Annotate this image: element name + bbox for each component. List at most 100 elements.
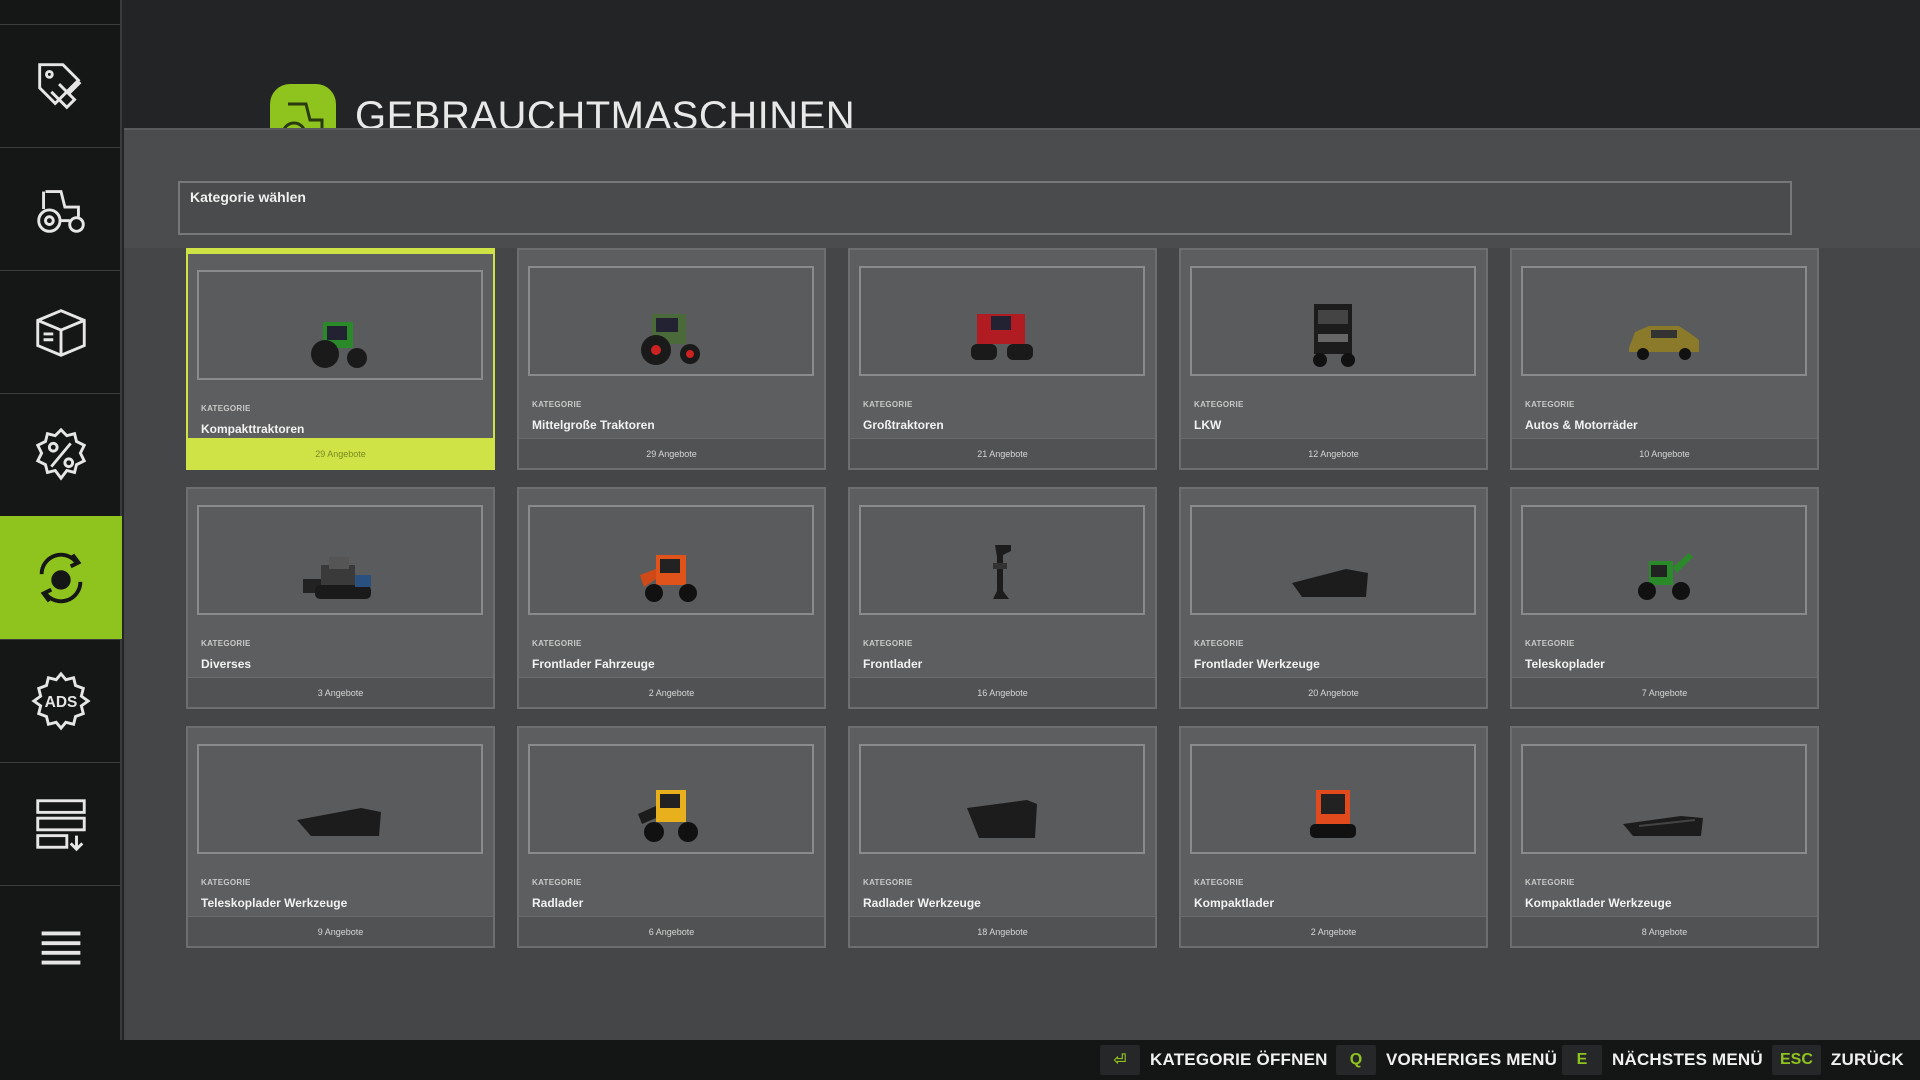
- card-category-name: LKW: [1194, 418, 1222, 432]
- used-vehicles-icon: [39, 552, 83, 604]
- card-offers-count: 10 Angebote: [1512, 438, 1817, 468]
- green-tractor-icon: [311, 322, 367, 368]
- card-offers-count: 16 Angebote: [850, 677, 1155, 707]
- hint-open-category[interactable]: ⏎ KATEGORIE ÖFFNEN: [1100, 1045, 1328, 1075]
- card-thumbnail: [197, 270, 483, 380]
- e-key-icon: E: [1562, 1045, 1602, 1075]
- category-card-autos-motorraeder[interactable]: KATEGORIE Autos & Motorräder 10 Angebote: [1510, 248, 1819, 470]
- category-card-kompakttraktoren[interactable]: KATEGORIE Kompakttraktoren 29 Angebote: [186, 248, 495, 470]
- flat-bucket-icon: [1623, 816, 1703, 836]
- card-kategorie-label: KATEGORIE: [1194, 400, 1244, 409]
- hint-next-menu[interactable]: E NÄCHSTES MENÜ: [1562, 1045, 1763, 1075]
- menu-icon: [41, 931, 81, 965]
- q-key-icon: Q: [1336, 1045, 1376, 1075]
- large-bucket-icon: [967, 800, 1037, 838]
- snow-groomer-icon: [303, 557, 371, 599]
- card-offers-count: 18 Angebote: [850, 916, 1155, 946]
- hint-label: KATEGORIE ÖFFNEN: [1150, 1050, 1328, 1069]
- card-thumbnail: [528, 505, 814, 615]
- card-category-name: Kompaktlader Werkzeuge: [1525, 896, 1672, 910]
- card-kategorie-label: KATEGORIE: [532, 639, 582, 648]
- orange-loader-icon: [640, 555, 697, 602]
- card-kategorie-label: KATEGORIE: [532, 878, 582, 887]
- category-card-mittelgrosse-traktoren[interactable]: KATEGORIE Mittelgroße Traktoren 29 Angeb…: [517, 248, 826, 470]
- card-kategorie-label: KATEGORIE: [1194, 878, 1244, 887]
- truck-icon: [1313, 304, 1355, 367]
- sidebar-item-objects[interactable]: [0, 270, 122, 393]
- hint-label: ZURÜCK: [1830, 1050, 1904, 1069]
- card-offers-count: 29 Angebote: [188, 438, 493, 468]
- sidebar-item-menu[interactable]: [0, 885, 122, 1008]
- hint-back[interactable]: ESC ZURÜCK: [1772, 1045, 1904, 1075]
- card-kategorie-label: KATEGORIE: [1525, 639, 1575, 648]
- telehandler-icon: [1638, 553, 1693, 600]
- card-offers-count: 21 Angebote: [850, 438, 1155, 468]
- app-root: ADS GEBRAUCHTMASCHINEN Kategorie wählen: [0, 0, 1920, 1080]
- sidebar-item-prices[interactable]: [0, 24, 122, 147]
- red-track-tractor-icon: [971, 314, 1033, 360]
- card-category-name: Radlader Werkzeuge: [863, 896, 981, 910]
- yellow-wheel-loader-icon: [638, 790, 698, 842]
- card-thumbnail: [197, 505, 483, 615]
- category-card-frontlader[interactable]: KATEGORIE Frontlader 16 Angebote: [848, 487, 1157, 709]
- card-kategorie-label: KATEGORIE: [1194, 639, 1244, 648]
- card-category-name: Diverses: [201, 657, 252, 671]
- card-category-name: Kompaktlader: [1194, 896, 1275, 910]
- category-card-teleskoplader[interactable]: KATEGORIE Teleskoplader 7 Angebote: [1510, 487, 1819, 709]
- card-kategorie-label: KATEGORIE: [201, 878, 251, 887]
- esc-key-icon: ESC: [1772, 1045, 1821, 1075]
- category-card-lkw[interactable]: KATEGORIE LKW 12 Angebote: [1179, 248, 1488, 470]
- sidebar-item-sales[interactable]: [0, 393, 122, 516]
- sidebar-item-used-vehicles[interactable]: [0, 516, 122, 639]
- sidebar: ADS: [0, 0, 122, 1040]
- hint-previous-menu[interactable]: Q VORHERIGES MENÜ: [1336, 1045, 1557, 1075]
- card-offers-count: 9 Angebote: [188, 916, 493, 946]
- category-card-frontlader-werkzeuge[interactable]: KATEGORIE Frontlader Werkzeuge 20 Angebo…: [1179, 487, 1488, 709]
- sidebar-item-downloads[interactable]: [0, 762, 122, 885]
- suv-car-icon: [1629, 326, 1699, 360]
- category-card-teleskoplader-werkzeuge[interactable]: KATEGORIE Teleskoplader Werkzeuge 9 Ange…: [186, 726, 495, 948]
- card-category-name: Mittelgroße Traktoren: [532, 418, 655, 432]
- package-box-icon: [36, 309, 86, 357]
- card-thumbnail: [859, 505, 1145, 615]
- hint-label: VORHERIGES MENÜ: [1386, 1050, 1558, 1069]
- card-category-name: Autos & Motorräder: [1525, 418, 1638, 432]
- card-offers-count: 20 Angebote: [1181, 677, 1486, 707]
- bucket-icon: [1292, 569, 1368, 597]
- hint-label: NÄCHSTES MENÜ: [1612, 1050, 1763, 1069]
- card-offers-count: 12 Angebote: [1181, 438, 1486, 468]
- category-card-frontlader-fahrzeuge[interactable]: KATEGORIE Frontlader Fahrzeuge 2 Angebot…: [517, 487, 826, 709]
- card-kategorie-label: KATEGORIE: [532, 400, 582, 409]
- card-offers-count: 7 Angebote: [1512, 677, 1817, 707]
- card-thumbnail: [1521, 505, 1807, 615]
- ads-gear-icon: ADS: [31, 671, 91, 731]
- sidebar-item-vehicles[interactable]: [0, 147, 122, 270]
- card-kategorie-label: KATEGORIE: [1525, 878, 1575, 887]
- category-card-kompaktlader[interactable]: KATEGORIE Kompaktlader 2 Angebote: [1179, 726, 1488, 948]
- sale-percent-icon: [35, 427, 87, 481]
- card-category-name: Frontlader Werkzeuge: [1194, 657, 1320, 671]
- card-category-name: Teleskoplader Werkzeuge: [201, 896, 348, 910]
- bucket-icon: [297, 808, 381, 836]
- card-thumbnail: [1521, 744, 1807, 854]
- card-thumbnail: [1190, 266, 1476, 376]
- category-card-radlader-werkzeuge[interactable]: KATEGORIE Radlader Werkzeuge 18 Angebote: [848, 726, 1157, 948]
- main-panel: Kategorie wählen KATEGORIE Kompakttrakto…: [124, 128, 1920, 1040]
- category-card-kompaktlader-werkzeuge[interactable]: KATEGORIE Kompaktlader Werkzeuge 8 Angeb…: [1510, 726, 1819, 948]
- card-thumbnail: [528, 744, 814, 854]
- card-category-name: Frontlader: [863, 657, 923, 671]
- card-thumbnail: [859, 744, 1145, 854]
- card-kategorie-label: KATEGORIE: [201, 639, 251, 648]
- category-card-radlader[interactable]: KATEGORIE Radlader 6 Angebote: [517, 726, 826, 948]
- card-offers-count: 2 Angebote: [519, 677, 824, 707]
- category-card-diverses[interactable]: KATEGORIE Diverses 3 Angebote: [186, 487, 495, 709]
- download-list-icon: [36, 799, 86, 852]
- card-thumbnail: [1190, 744, 1476, 854]
- card-kategorie-label: KATEGORIE: [863, 400, 913, 409]
- category-select[interactable]: Kategorie wählen: [178, 181, 1792, 235]
- sidebar-item-ads[interactable]: ADS: [0, 639, 122, 762]
- skid-steer-icon: [1310, 790, 1356, 838]
- enter-key-icon: ⏎: [1100, 1045, 1140, 1075]
- card-kategorie-label: KATEGORIE: [863, 639, 913, 648]
- category-card-grosstraktoren[interactable]: KATEGORIE Großtraktoren 21 Angebote: [848, 248, 1157, 470]
